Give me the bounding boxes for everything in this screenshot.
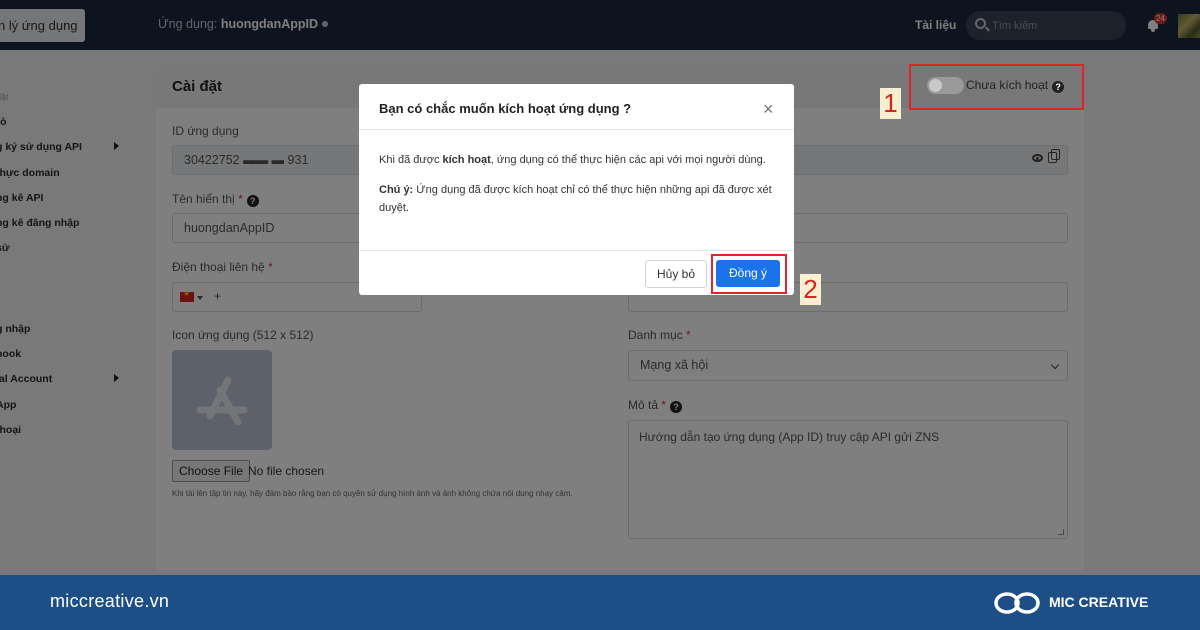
highlight-confirm-box <box>711 254 787 294</box>
mic-creative-logo-icon <box>994 592 1040 614</box>
dialog-title: Bạn có chắc muốn kích hoạt ứng dụng ? <box>379 101 632 116</box>
divider <box>359 129 794 130</box>
brand-footer: miccreative.vn MIC CREATIVE <box>0 575 1200 630</box>
step-2-marker: 2 <box>800 274 821 305</box>
activation-status-label: Chưa kích hoạt? <box>966 78 1065 93</box>
dialog-note: Chú ý: Ứng dụng đã được kích hoạt chỉ có… <box>379 184 772 214</box>
footer-brand: MIC CREATIVE <box>1049 594 1149 610</box>
divider <box>359 250 794 251</box>
help-icon[interactable]: ? <box>1052 81 1065 93</box>
step-1-marker: 1 <box>880 88 901 119</box>
cancel-button[interactable]: Hủy bỏ <box>645 260 707 288</box>
footer-site: miccreative.vn <box>50 591 170 611</box>
close-icon[interactable]: × <box>763 100 774 118</box>
dialog-message: Khi đã được kích hoạt, ứng dụng có thể t… <box>379 154 766 166</box>
activation-toggle[interactable] <box>927 77 964 94</box>
